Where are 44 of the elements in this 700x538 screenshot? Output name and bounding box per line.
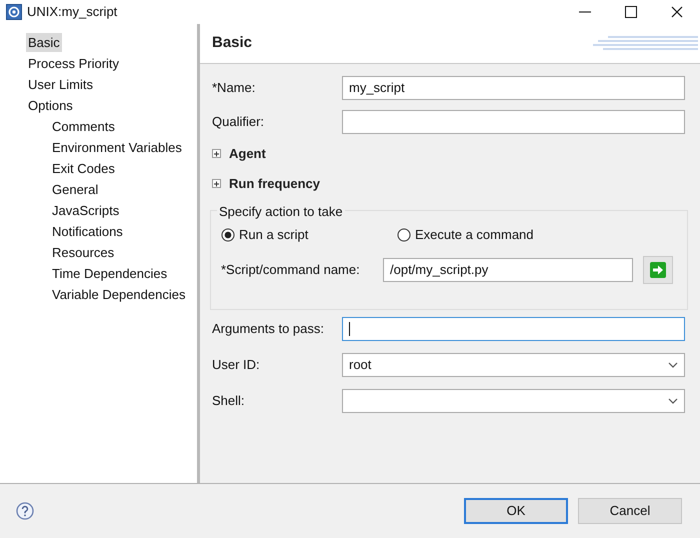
radio-button[interactable]: Run a script [221,225,397,244]
expand-icon [212,149,221,158]
text-cursor-icon [349,322,351,336]
tree-item[interactable]: General [50,180,100,200]
dialog-button[interactable]: OK [464,498,568,524]
field-label: Arguments to pass: [212,320,325,338]
app-icon [6,4,22,20]
tree-item[interactable]: Options [26,96,75,116]
input-field[interactable]: my_script [342,76,685,100]
field-label: *Script/command name: [221,260,361,279]
tree-item[interactable]: Notifications [50,222,125,242]
tree-item[interactable]: Variable Dependencies [50,284,188,304]
dropdown[interactable] [342,389,685,413]
tree-item[interactable]: Resources [50,242,116,262]
page-title: Basic [212,33,252,54]
window-title: UNIX:my_script [27,3,118,22]
tree-item[interactable]: Basic [26,32,62,52]
maximize-icon [625,6,637,18]
close-icon [671,6,683,18]
tree-item[interactable]: JavaScripts [50,200,122,220]
minimize-icon [579,11,591,13]
dialog-button[interactable]: Cancel [578,498,682,524]
field-label: Shell: [212,392,246,410]
tree-item[interactable]: Time Dependencies [50,264,170,284]
chevron-down-icon [668,362,678,368]
radio-button[interactable]: Execute a command [397,225,534,244]
field-label: Qualifier: [212,113,266,132]
input-field[interactable] [342,110,685,134]
tree-item[interactable]: Environment Variables [50,138,184,158]
help-icon[interactable] [16,502,34,520]
expand-icon [212,178,221,188]
tree-item[interactable]: Exit Codes [50,158,117,178]
chevron-down-icon [668,398,678,404]
dropdown[interactable]: root [342,353,685,377]
input-field[interactable]: /opt/my_script.py [383,258,633,282]
section-toggle[interactable]: Run frequency [212,174,688,193]
go-button[interactable] [643,256,673,284]
tree-item[interactable]: Process Priority [26,54,122,74]
section-toggle[interactable]: Agent [212,144,688,164]
field-label: *Name: [212,79,256,98]
input-field[interactable] [342,317,685,341]
field-label: User ID: [212,356,261,374]
tree-item[interactable]: Comments [50,116,117,136]
tree-item[interactable]: User Limits [26,74,96,94]
